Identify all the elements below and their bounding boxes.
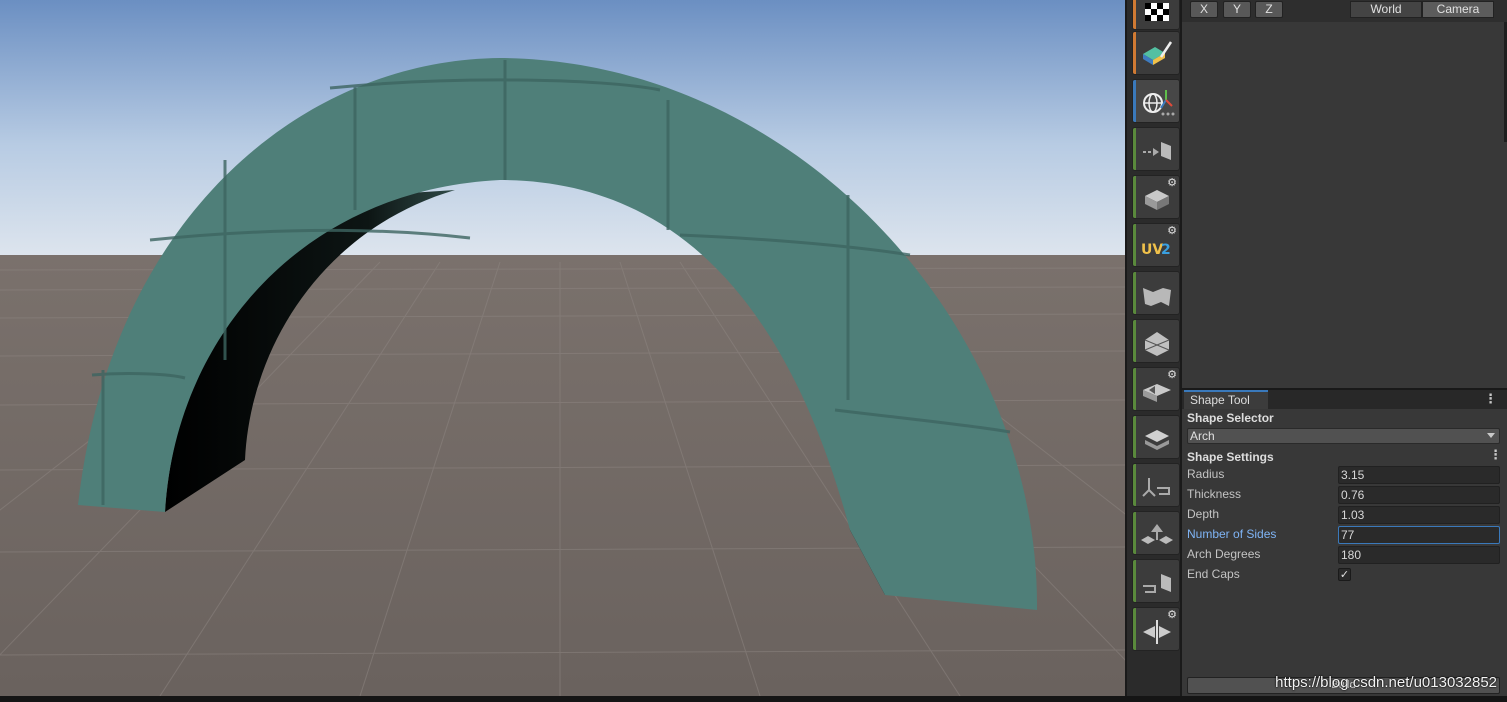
tool-button-triangulate[interactable]: [1132, 415, 1180, 459]
tool-button-vertex-color[interactable]: [1132, 31, 1180, 75]
property-label: Thickness: [1187, 487, 1242, 501]
tab-bar: Shape Tool ⋮: [1182, 390, 1507, 409]
tool-button-uv2[interactable]: ⚙ UV 2: [1132, 223, 1180, 267]
unity-editor-window: ⚙ ⚙ UV 2 ⚙ ⚙ X Y Z World Camera Shape To…: [0, 0, 1507, 702]
property-label: Radius: [1187, 467, 1225, 481]
radius-field[interactable]: 3.15: [1338, 466, 1500, 484]
bottom-strip: [0, 696, 1507, 702]
extrude-face-icon: [1143, 142, 1171, 160]
triangulate-icon: [1145, 430, 1169, 450]
weld-vertices-icon: [1142, 478, 1170, 497]
tab-menu-icon[interactable]: ⋮: [1484, 393, 1497, 406]
svg-text:2: 2: [1161, 242, 1171, 258]
scene-render: [0, 0, 1125, 696]
arch-degrees-field[interactable]: 180: [1338, 546, 1500, 564]
checker-texture-icon: [1145, 3, 1169, 21]
shape-settings-title: Shape Settings: [1187, 450, 1274, 464]
x-axis-button[interactable]: X: [1190, 1, 1218, 18]
checkmark-icon: ✓: [1339, 568, 1350, 581]
property-row-depth: Depth 1.03: [1182, 506, 1507, 524]
settings-menu-icon[interactable]: ⋮: [1489, 449, 1502, 462]
depth-field[interactable]: 1.03: [1338, 506, 1500, 524]
probuilderize-icon: [1145, 190, 1169, 210]
empty-panel-area: [1182, 22, 1507, 388]
chevron-down-icon: [1487, 433, 1495, 438]
smoothing-groups-icon: [1143, 90, 1175, 116]
thickness-field[interactable]: 0.76: [1338, 486, 1500, 504]
z-axis-button[interactable]: Z: [1255, 1, 1283, 18]
tool-button-extrude[interactable]: [1132, 127, 1180, 171]
uv2-generate-icon: UV 2: [1141, 242, 1171, 258]
scene-viewport[interactable]: [0, 0, 1125, 696]
property-row-number-of-sides: Number of Sides 77: [1182, 526, 1507, 544]
tool-button-bridge[interactable]: [1132, 559, 1180, 603]
property-label: Depth: [1187, 507, 1220, 521]
end-caps-checkbox[interactable]: ✓: [1338, 568, 1351, 581]
property-label: Number of Sides: [1187, 527, 1277, 541]
tool-button-probuilderize[interactable]: ⚙: [1132, 175, 1180, 219]
property-row-thickness: Thickness 0.76: [1182, 486, 1507, 504]
tool-button-checker[interactable]: [1132, 0, 1180, 30]
tool-button-weld[interactable]: [1132, 463, 1180, 507]
camera-space-button[interactable]: Camera: [1422, 1, 1494, 18]
bridge-edges-icon: [1143, 574, 1171, 593]
svg-text:UV: UV: [1141, 242, 1163, 258]
merge-objects-icon: [1141, 524, 1173, 544]
mirror-objects-icon: [1143, 620, 1171, 644]
tool-button-merge[interactable]: [1132, 511, 1180, 555]
tool-button-smoothing[interactable]: [1132, 79, 1180, 123]
tool-button-conform-normals[interactable]: ⚙: [1132, 367, 1180, 411]
y-axis-button[interactable]: Y: [1223, 1, 1251, 18]
shape-selected-value: Arch: [1190, 429, 1215, 443]
tab-shape-tool[interactable]: Shape Tool: [1184, 390, 1268, 409]
watermark-text: https://blog.csdn.net/u013032852: [1275, 674, 1497, 691]
world-space-button[interactable]: World: [1350, 1, 1422, 18]
shape-selector-dropdown[interactable]: Arch: [1187, 428, 1500, 444]
tool-button-mirror[interactable]: ⚙: [1132, 607, 1180, 651]
flip-normals-icon: [1143, 288, 1171, 306]
property-row-arch-degrees: Arch Degrees 180: [1182, 546, 1507, 564]
probuilder-toolbar: ⚙ ⚙ UV 2 ⚙ ⚙: [1125, 0, 1182, 696]
subdivide-icon: [1144, 332, 1170, 356]
conform-normals-icon: [1143, 384, 1171, 402]
property-row-end-caps: End Caps ✓: [1182, 566, 1507, 584]
end-caps-label: End Caps: [1187, 567, 1240, 581]
property-row-radius: Radius 3.15: [1182, 466, 1507, 484]
property-label: Arch Degrees: [1187, 547, 1261, 561]
tool-button-flip-normals[interactable]: [1132, 271, 1180, 315]
shape-selector-title: Shape Selector: [1187, 411, 1274, 425]
number-of-sides-field[interactable]: 77: [1338, 526, 1500, 544]
axis-toolbar: X Y Z World Camera: [1182, 0, 1507, 22]
tool-panel: X Y Z World Camera Shape Tool ⋮ Shape Se…: [1182, 0, 1507, 696]
tool-button-subdivide[interactable]: [1132, 319, 1180, 363]
vertex-color-paint-icon: [1143, 41, 1173, 65]
